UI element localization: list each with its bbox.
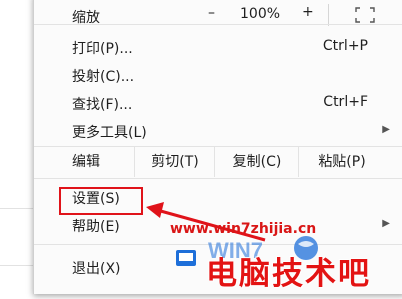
watermark-brand: 电脑技术吧 <box>206 256 371 292</box>
